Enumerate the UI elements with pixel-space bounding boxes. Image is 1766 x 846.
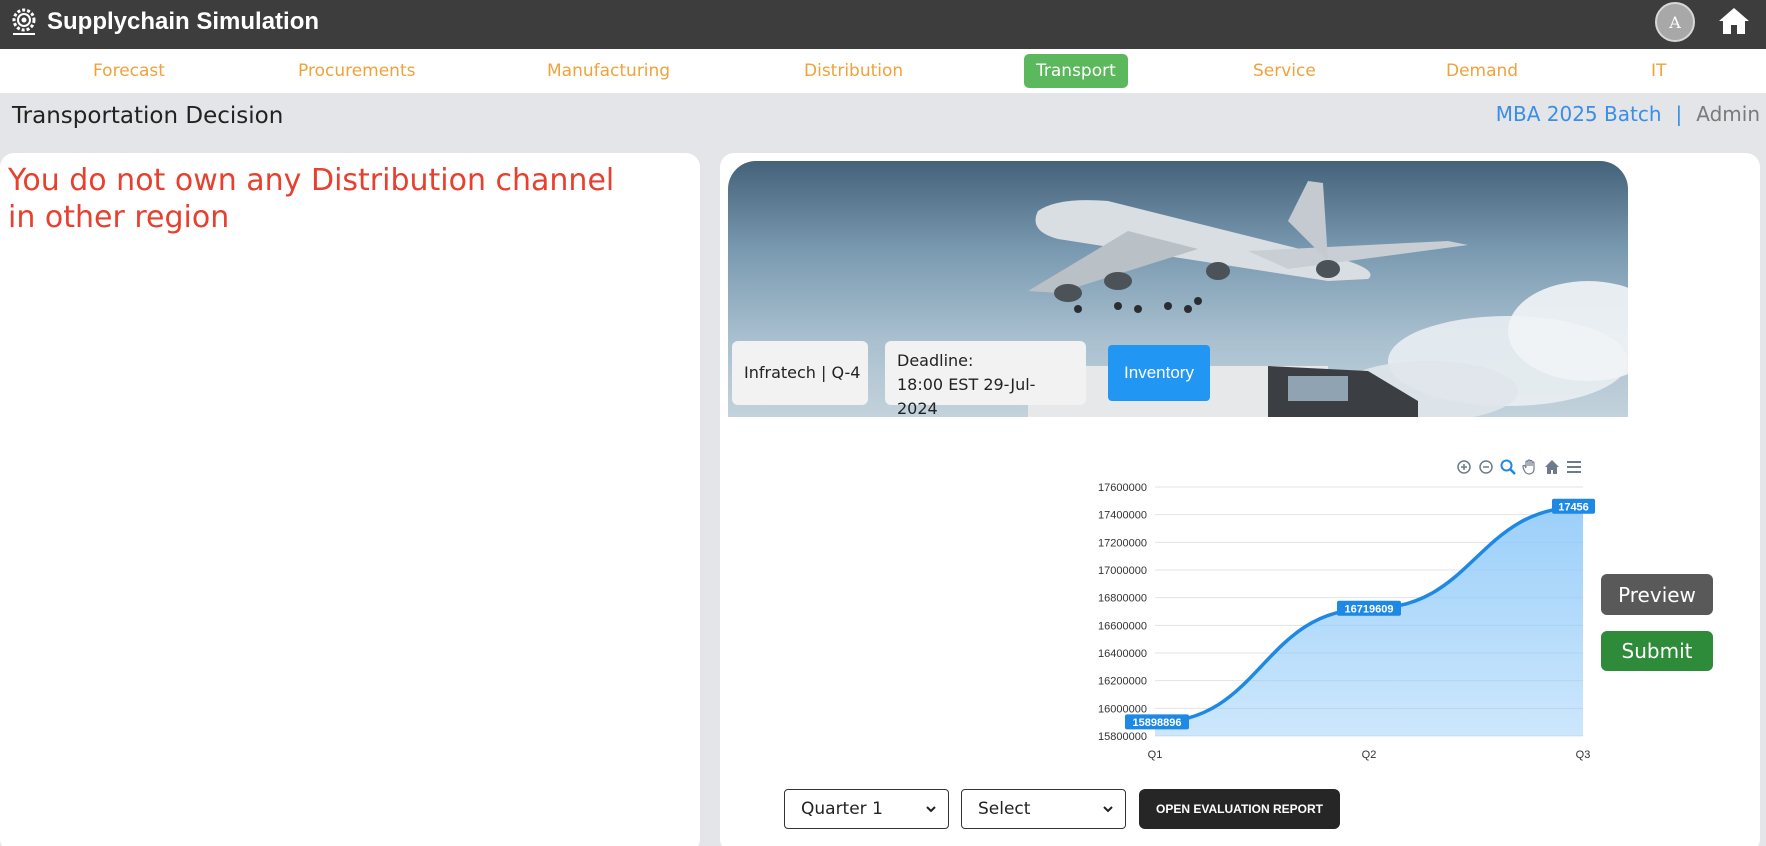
nav-it[interactable]: IT xyxy=(1651,54,1666,88)
deadline-value: 18:00 EST 29-Jul-2024 xyxy=(897,375,1036,417)
preview-button[interactable]: Preview xyxy=(1601,574,1713,615)
left-panel: You do not own any Distribution channel … xyxy=(0,153,700,846)
quarter-select-value: Quarter 1 xyxy=(801,799,883,819)
nav-demand[interactable]: Demand xyxy=(1446,54,1518,88)
chevron-down-icon xyxy=(926,806,936,813)
option-select[interactable]: Select xyxy=(961,789,1126,829)
deadline-label: Deadline: xyxy=(897,351,974,370)
data-label: 17456 xyxy=(1558,501,1589,513)
deadline-chip: Deadline: 18:00 EST 29-Jul-2024 xyxy=(885,341,1086,417)
nav-manufacturing[interactable]: Manufacturing xyxy=(547,54,670,88)
avatar[interactable]: A xyxy=(1655,2,1695,42)
submit-button[interactable]: Submit xyxy=(1601,631,1713,671)
nav-procurements[interactable]: Procurements xyxy=(298,54,415,88)
nav-service[interactable]: Service xyxy=(1253,54,1316,88)
y-tick-label: 17600000 xyxy=(1098,482,1147,494)
y-tick-label: 16000000 xyxy=(1098,703,1147,715)
y-tick-label: 15800000 xyxy=(1098,731,1147,743)
y-tick-label: 16200000 xyxy=(1098,676,1147,688)
nav-distribution[interactable]: Distribution xyxy=(804,54,903,88)
x-tick-label: Q1 xyxy=(1148,749,1163,761)
app-title: Supplychain Simulation xyxy=(47,8,320,35)
user-role: Admin xyxy=(1696,102,1760,126)
page-title: Transportation Decision xyxy=(12,103,284,129)
inventory-chart: 15800000 16000000 16200000 16400000 16600000… xyxy=(1098,482,1595,761)
y-tick-label: 16400000 xyxy=(1098,648,1147,660)
transport-banner: Infratech | Q-4 Deadline: 18:00 EST 29-J… xyxy=(728,161,1628,417)
series-area xyxy=(1155,506,1583,736)
chevron-down-icon xyxy=(1103,806,1113,813)
y-tick-label: 16600000 xyxy=(1098,620,1147,632)
home-icon[interactable] xyxy=(1717,5,1751,37)
data-label: 16719609 xyxy=(1345,603,1394,615)
gear-logo-icon xyxy=(12,8,36,35)
open-evaluation-report-button[interactable]: OPEN EVALUATION REPORT xyxy=(1139,789,1340,829)
x-tick-label: Q2 xyxy=(1362,749,1377,761)
module-nav: Forecast Procurements Manufacturing Dist… xyxy=(0,49,1766,93)
batch-info: MBA 2025 Batch | Admin xyxy=(1496,102,1760,126)
company-quarter-chip: Infratech | Q-4 xyxy=(732,341,868,405)
batch-name: MBA 2025 Batch xyxy=(1495,102,1662,126)
top-bar: Supplychain Simulation A xyxy=(0,0,1766,49)
option-select-value: Select xyxy=(978,799,1031,819)
nav-transport[interactable]: Transport xyxy=(1024,54,1128,88)
nav-forecast[interactable]: Forecast xyxy=(93,54,165,88)
quarter-select[interactable]: Quarter 1 xyxy=(784,789,949,829)
data-label: 15898896 xyxy=(1133,717,1182,729)
y-tick-label: 17200000 xyxy=(1098,537,1147,549)
inventory-button[interactable]: Inventory xyxy=(1108,345,1210,401)
batch-separator: | xyxy=(1675,102,1683,126)
y-tick-label: 17400000 xyxy=(1098,510,1147,522)
y-tick-label: 17000000 xyxy=(1098,565,1147,577)
distribution-notice: You do not own any Distribution channel … xyxy=(8,163,615,235)
y-tick-label: 16800000 xyxy=(1098,593,1147,605)
x-tick-label: Q3 xyxy=(1576,749,1591,761)
